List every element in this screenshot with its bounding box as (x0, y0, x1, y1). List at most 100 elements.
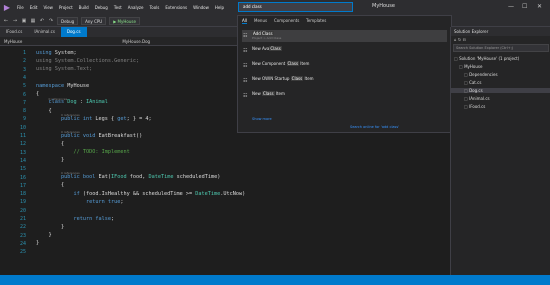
code-line[interactable]: } (36, 157, 64, 163)
code-line[interactable]: using System.Text; (36, 66, 92, 72)
code-token: { (36, 107, 52, 114)
forward-icon[interactable]: → (12, 18, 18, 24)
search-result-item[interactable]: ☷ New OWIN Startup Class Item (242, 75, 447, 87)
code-line[interactable]: namespace MyHouse (36, 83, 89, 89)
code-line[interactable]: return true; (36, 198, 124, 205)
home-icon[interactable]: ⌂ (454, 37, 457, 42)
menu-build[interactable]: Build (76, 5, 92, 10)
code-line[interactable]: using System; (36, 50, 77, 56)
line-number: 10 (19, 124, 26, 131)
code-token: public (61, 132, 80, 139)
menu-project[interactable]: Project (56, 5, 76, 10)
line-number: 16 (19, 174, 26, 181)
solution-explorer-title: Solution Explorer (451, 27, 550, 36)
popup-tab-menus[interactable]: Menus (254, 18, 267, 23)
code-token: (food.IsHealthy && scheduledTime >= (79, 190, 196, 197)
line-number: 21 (19, 216, 26, 222)
code-line[interactable]: return false; (36, 216, 114, 222)
code-line[interactable]: } (36, 240, 39, 246)
popup-tab-templates[interactable]: Templates (306, 18, 326, 23)
line-number: 2 (22, 58, 26, 65)
redo-icon[interactable]: ↷ (48, 18, 54, 24)
code-line[interactable]: { (36, 141, 64, 147)
code-line[interactable]: } (36, 224, 64, 230)
collapse-icon[interactable]: ⊟ (462, 37, 465, 42)
tab-ifood[interactable]: IFood.cs (0, 27, 28, 37)
code-token: public (61, 174, 80, 180)
tree-item[interactable]: □ Solution 'MyHouse' (1 project) (454, 56, 519, 61)
code-token: Legs { (92, 115, 118, 122)
search-result-item[interactable]: ☷ Add Class Project > Add Class (242, 30, 447, 42)
run-button[interactable]: ▶ MyHouse (109, 16, 140, 25)
search-result-item[interactable]: ☷ New AvaClass (242, 45, 447, 57)
search-input[interactable]: add class (238, 2, 353, 12)
search-result-item[interactable]: ☷ New Class Item (242, 90, 447, 102)
code-line[interactable]: using System.Collections.Generic; (36, 58, 139, 64)
menu-edit[interactable]: Edit (27, 5, 41, 10)
result-text-pre: New (252, 91, 262, 96)
code-line[interactable]: class Dog : IAnimal (36, 99, 108, 105)
popup-tab-all[interactable]: All (242, 18, 247, 24)
menu-view[interactable]: View (40, 5, 56, 10)
menu-help[interactable]: Help (212, 5, 227, 10)
line-number: 24 (19, 240, 26, 247)
minimize-button[interactable]: — (508, 3, 514, 10)
solution-search-input[interactable]: Search Solution Explorer (Ctrl+;) (453, 44, 549, 52)
code-token: IFood (111, 174, 127, 180)
code-line[interactable]: // TODO: Implement (36, 149, 129, 155)
menu-items: File Edit View Project Build Debug Test Analyze… (14, 5, 227, 10)
code-line[interactable]: public int Legs { get; } = 4; (36, 116, 152, 122)
line-number: 4 (22, 74, 26, 81)
configuration-dropdown[interactable]: Debug (57, 16, 79, 25)
code-token: true (107, 198, 121, 205)
tree-item[interactable]: □ Cat.cs (464, 80, 481, 85)
undo-icon[interactable]: ↶ (39, 18, 45, 24)
tab-dog[interactable]: Dog.cs (60, 27, 87, 37)
menu-debug[interactable]: Debug (92, 5, 111, 10)
result-text-pre: New Component (252, 61, 287, 66)
search-online-link[interactable]: Search online for 'add class' (350, 125, 399, 129)
line-number: 23 (19, 232, 26, 239)
code-token: class (48, 99, 65, 106)
new-file-icon[interactable]: ▣ (21, 18, 27, 24)
code-line[interactable]: { (36, 107, 52, 114)
code-line[interactable]: } (36, 232, 51, 238)
code-line[interactable]: { (36, 91, 39, 97)
back-icon[interactable]: ← (3, 18, 9, 24)
tree-item-label: Dog.cs (469, 88, 483, 93)
menu-extensions[interactable]: Extensions (162, 5, 190, 10)
menu-analyze[interactable]: Analyze (125, 5, 147, 10)
line-number: 13 (19, 149, 26, 156)
refresh-icon[interactable]: ↻ (458, 37, 461, 42)
menu-window[interactable]: Window (190, 5, 212, 10)
code-line[interactable]: public void EatBreakfast() (36, 133, 142, 139)
save-icon[interactable]: ▦ (30, 18, 36, 24)
close-button[interactable]: ✕ (537, 3, 542, 10)
tree-item[interactable]: □ IAnimal.cs (464, 96, 490, 101)
line-number: 9 (22, 116, 26, 123)
platform-dropdown[interactable]: Any CPU (81, 16, 107, 25)
tree-item[interactable]: □ IFood.cs (464, 104, 485, 109)
tab-ianimal[interactable]: IAnimal.cs (28, 27, 61, 37)
tree-item-label: MyHouse (464, 64, 483, 69)
menu-file[interactable]: File (14, 5, 27, 10)
code-token: using System.Text; (36, 66, 93, 73)
menu-test[interactable]: Test (111, 5, 125, 10)
code-line[interactable]: public bool Eat(IFood food, DateTime sch… (36, 174, 220, 180)
code-line[interactable]: if (food.IsHealthy && scheduledTime >= D… (36, 191, 245, 197)
popup-tab-components[interactable]: Components (274, 18, 299, 23)
line-number: 5 (22, 83, 26, 90)
search-result-item[interactable]: ☷ New Component Class Item (242, 60, 447, 72)
type-dropdown[interactable]: MyHouse.Dog (122, 39, 150, 44)
code-token: Dog (67, 99, 77, 106)
maximize-button[interactable]: ☐ (522, 3, 527, 10)
project-dropdown[interactable]: MyHouse (4, 39, 22, 44)
code-token: ; } = 4; (126, 115, 152, 122)
menu-tools[interactable]: Tools (147, 5, 163, 10)
tree-item[interactable]: □ Dependencies (464, 72, 498, 77)
code-line[interactable]: { (36, 182, 64, 188)
tree-item[interactable]: □ Dog.cs (451, 88, 550, 93)
tree-item[interactable]: □ MyHouse (459, 64, 482, 69)
class-icon: ☷ (243, 63, 248, 69)
show-more-link[interactable]: Show more (252, 117, 272, 121)
